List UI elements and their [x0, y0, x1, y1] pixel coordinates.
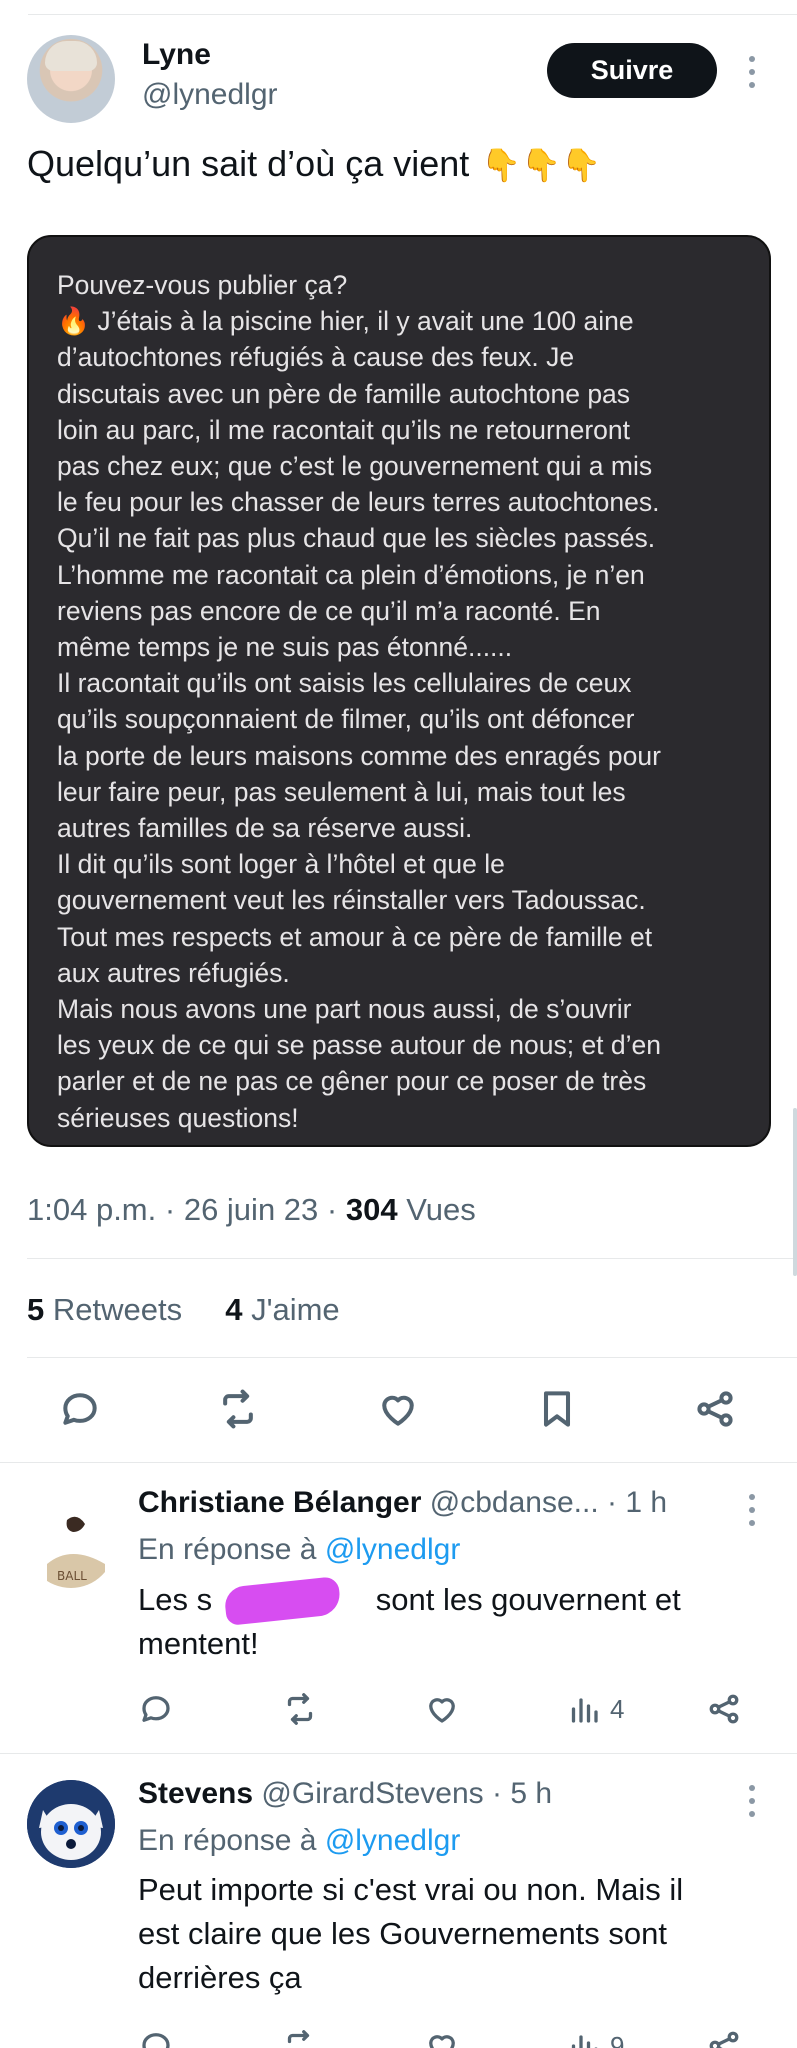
reply-actions: 9: [0, 2024, 797, 2048]
share-icon[interactable]: [706, 2024, 742, 2048]
tweet-date[interactable]: 26 juin 23: [184, 1192, 318, 1227]
reply-text: Peut importe si c'est vrai ou non. Mais …: [138, 1872, 684, 1995]
tweet-meta: 1:04 p.m. · 26 juin 23 · 304 Vues: [27, 1192, 476, 1228]
reply-author[interactable]: Christiane Bélanger @cbdanse... · 1 h: [138, 1486, 667, 1520]
reply-author-name: Christiane Bélanger: [138, 1486, 422, 1519]
in-reply-mention[interactable]: @lynedlgr: [325, 1533, 461, 1566]
likes-label: J'aime: [251, 1292, 340, 1327]
tweet-image[interactable]: Pouvez-vous publier ça? 🔥 J’étais à la p…: [27, 235, 771, 1147]
retweets-count: 5: [27, 1292, 45, 1327]
views-count: 304: [345, 1192, 398, 1227]
in-reply-prefix: En réponse à: [138, 1824, 317, 1857]
reply-icon[interactable]: [138, 1687, 174, 1731]
separator-dot: ·: [326, 1192, 338, 1227]
tweet-text-content: Quelqu’un sait d’où ça vient: [27, 143, 470, 184]
share-icon[interactable]: [690, 1384, 740, 1434]
reply-avatar[interactable]: [27, 1780, 115, 1868]
retweets-stat[interactable]: 5 Retweets: [27, 1292, 182, 1327]
in-reply-to: En réponse à @lynedlgr: [138, 1824, 460, 1858]
views-count: 4: [610, 1693, 625, 1724]
views-label: Vues: [406, 1192, 476, 1227]
tweet-text: Quelqu’un sait d’où ça vient 👇👇👇: [27, 143, 601, 185]
author-avatar[interactable]: [27, 35, 115, 123]
views-count: 9: [610, 2030, 625, 2048]
more-icon[interactable]: [747, 56, 757, 88]
likes-count: 4: [225, 1292, 243, 1327]
share-icon[interactable]: [706, 1687, 742, 1731]
avatar-image: BALL: [27, 1500, 115, 1588]
author-handle[interactable]: @lynedlgr: [142, 78, 278, 112]
reply-time: 1 h: [625, 1486, 668, 1519]
likes-stat[interactable]: 4 J'aime: [225, 1292, 340, 1327]
avatar-image: [27, 1780, 115, 1868]
views-icon: [571, 2035, 598, 2048]
divider: [0, 1462, 797, 1463]
reply-time: 5 h: [510, 1777, 553, 1810]
author-name[interactable]: Lyne: [142, 38, 211, 72]
reply-icon[interactable]: [55, 1384, 105, 1434]
retweet-icon[interactable]: [282, 1687, 318, 1731]
retweet-icon[interactable]: [213, 1384, 263, 1434]
svg-text:BALL: BALL: [57, 1569, 87, 1583]
reply-author-handle: @cbdanse...: [429, 1486, 599, 1519]
separator-dot: ·: [491, 1777, 502, 1810]
pointing-down-emoji: 👇👇👇: [481, 147, 601, 183]
heart-icon[interactable]: [424, 2024, 460, 2048]
reply-author-handle: @GirardStevens: [261, 1777, 484, 1810]
bookmark-icon[interactable]: [532, 1384, 582, 1434]
reply-text: Les s sont les gouvernent et mentent!: [138, 1582, 681, 1661]
retweets-label: Retweets: [52, 1292, 183, 1327]
in-reply-to: En réponse à @lynedlgr: [138, 1533, 460, 1567]
views-stat[interactable]: 9: [566, 2024, 624, 2048]
heart-icon[interactable]: [424, 1687, 460, 1731]
separator-dot: ·: [164, 1192, 176, 1227]
views-stat[interactable]: 4: [566, 1687, 624, 1731]
retweet-icon[interactable]: [282, 2024, 318, 2048]
views-icon: [571, 1698, 598, 1723]
follow-button[interactable]: Suivre: [547, 43, 717, 98]
divider: [27, 1258, 797, 1259]
reply-author-name: Stevens: [138, 1777, 254, 1810]
image-text: Pouvez-vous publier ça? 🔥 J’étais à la p…: [57, 270, 662, 1133]
divider: [0, 1753, 797, 1754]
heart-icon[interactable]: [373, 1384, 423, 1434]
reply-icon[interactable]: [138, 2024, 174, 2048]
reply-actions: 4: [0, 1687, 797, 1737]
top-divider: [28, 14, 797, 15]
more-icon[interactable]: [747, 1785, 757, 1817]
reply-avatar[interactable]: BALL: [27, 1500, 115, 1588]
tweet-time[interactable]: 1:04 p.m.: [27, 1192, 156, 1227]
reply-author[interactable]: Stevens @GirardStevens · 5 h: [138, 1777, 552, 1811]
engagement-stats: 5 Retweets 4 J'aime: [27, 1292, 340, 1328]
separator-dot: ·: [607, 1486, 617, 1519]
scrollbar[interactable]: [793, 1108, 797, 1276]
in-reply-mention[interactable]: @lynedlgr: [325, 1824, 461, 1857]
in-reply-prefix: En réponse à: [138, 1533, 317, 1566]
divider: [27, 1357, 797, 1358]
more-icon[interactable]: [747, 1494, 757, 1526]
tweet-actions: [0, 1384, 797, 1444]
